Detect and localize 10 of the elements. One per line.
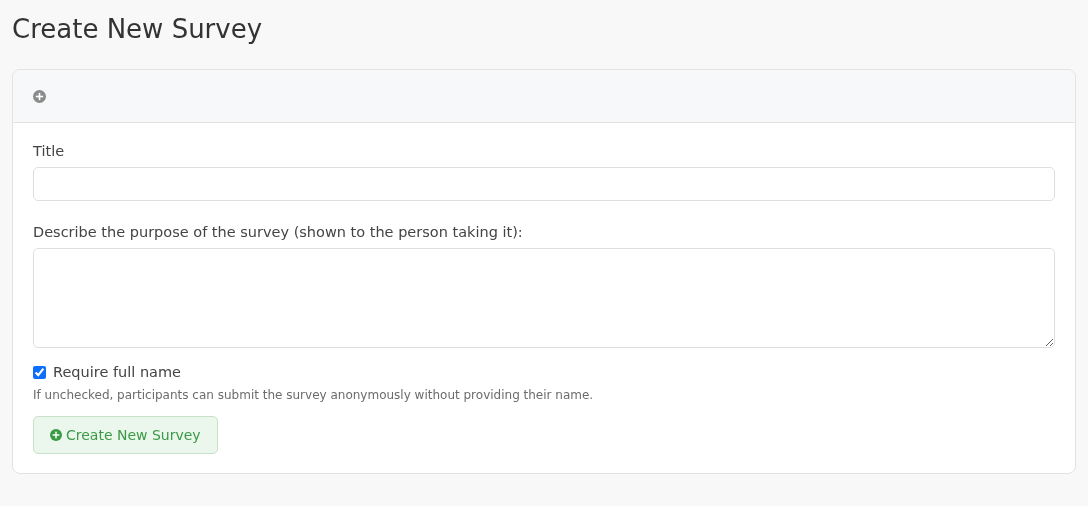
plus-circle-icon — [33, 89, 46, 103]
plus-circle-icon — [50, 429, 62, 441]
require-name-checkbox[interactable] — [33, 365, 46, 379]
checkbox-label[interactable]: Require full name — [53, 364, 182, 380]
description-textarea[interactable] — [33, 248, 1055, 348]
field-label: Title — [33, 143, 65, 159]
help-text: If unchecked, participants can submit the survey anonymously without providing their name. — [33, 388, 594, 402]
field-label: Describe the purpose of the survey (shown to the person taking it): — [33, 224, 523, 240]
page-title: Create New Survey — [12, 13, 263, 46]
title-input[interactable] — [33, 167, 1055, 201]
